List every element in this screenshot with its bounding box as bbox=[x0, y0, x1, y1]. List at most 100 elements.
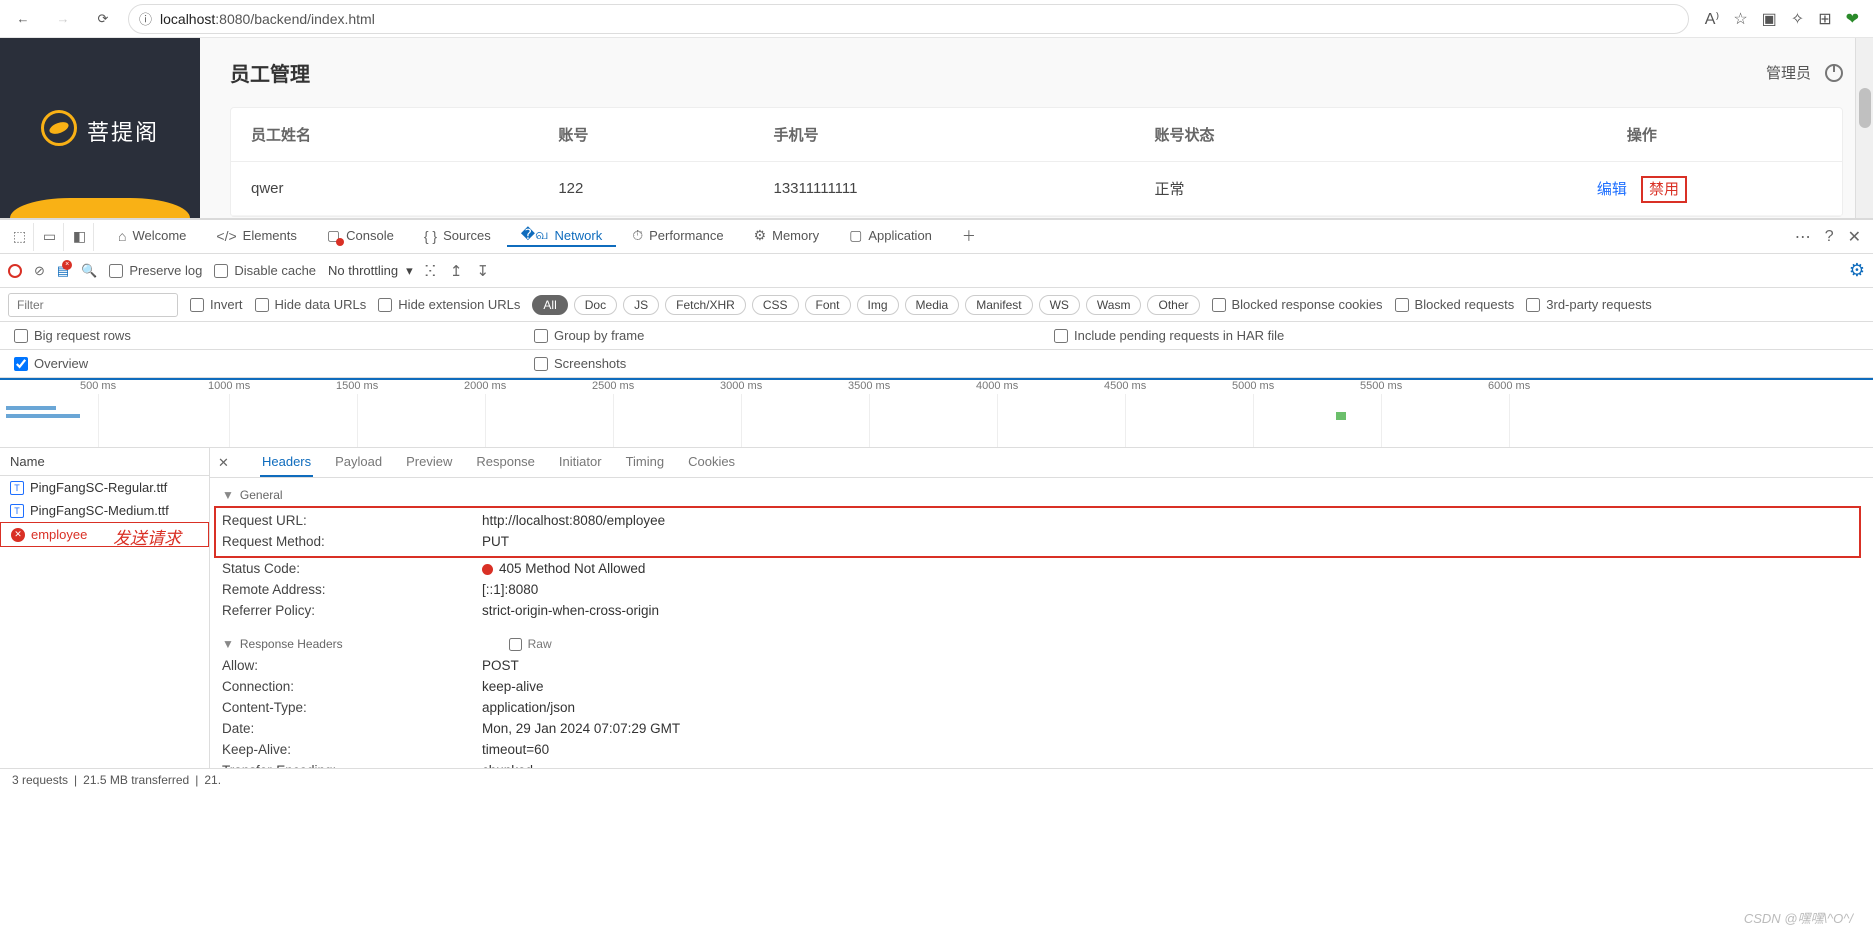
filter-toggle-icon[interactable]: ▤× bbox=[57, 263, 69, 279]
browser-toolbar: ← → ⟳ ⓘ localhost:8080/backend/index.htm… bbox=[0, 0, 1873, 38]
tab-network[interactable]: �வNetwork bbox=[507, 226, 616, 247]
tab-performance[interactable]: ⏱Performance bbox=[618, 227, 737, 246]
tab-sources[interactable]: { }Sources bbox=[410, 228, 505, 246]
invert-checkbox[interactable]: Invert bbox=[190, 297, 243, 312]
cell-name: qwer bbox=[231, 162, 538, 216]
network-settings-icon[interactable]: ⚙ bbox=[1849, 260, 1865, 281]
tab-application[interactable]: ▢Application bbox=[835, 227, 946, 246]
help-icon[interactable]: ? bbox=[1825, 228, 1834, 246]
col-account: 账号 bbox=[538, 108, 753, 162]
blocked-cookies-checkbox[interactable]: Blocked response cookies bbox=[1212, 297, 1383, 312]
screenshots-checkbox[interactable]: Screenshots bbox=[534, 356, 1054, 371]
export-har-icon[interactable]: ↧ bbox=[476, 262, 489, 280]
filter-css[interactable]: CSS bbox=[752, 295, 799, 315]
timeline-tick: 1500 ms bbox=[336, 380, 378, 392]
more-icon[interactable]: ⋯ bbox=[1795, 227, 1811, 247]
dock-icon[interactable]: ◧ bbox=[66, 223, 94, 251]
detail-tab-initiator[interactable]: Initiator bbox=[557, 448, 604, 477]
request-item-error[interactable]: ✕employee发送请求 bbox=[0, 522, 209, 547]
reload-button[interactable]: ⟳ bbox=[88, 4, 118, 34]
tab-memory[interactable]: ⚙Memory bbox=[740, 227, 834, 246]
address-bar[interactable]: ⓘ localhost:8080/backend/index.html bbox=[128, 4, 1689, 34]
preserve-log-checkbox[interactable]: Preserve log bbox=[109, 263, 202, 278]
filter-all[interactable]: All bbox=[532, 295, 567, 315]
cell-account: 122 bbox=[538, 162, 753, 216]
detail-tab-payload[interactable]: Payload bbox=[333, 448, 384, 477]
read-aloud-icon[interactable]: A⁾ bbox=[1705, 9, 1720, 29]
raw-checkbox[interactable]: Raw bbox=[509, 637, 552, 651]
filter-font[interactable]: Font bbox=[805, 295, 851, 315]
close-devtools-icon[interactable]: ✕ bbox=[1848, 227, 1861, 247]
tab-elements[interactable]: </>Elements bbox=[202, 228, 310, 246]
timeline-tick: 1000 ms bbox=[208, 380, 250, 392]
group-frame-checkbox[interactable]: Group by frame bbox=[534, 328, 1054, 343]
request-item[interactable]: TPingFangSC-Medium.ttf bbox=[0, 499, 209, 522]
tab-add[interactable]: ＋ bbox=[948, 226, 990, 248]
big-rows-checkbox[interactable]: Big request rows bbox=[14, 328, 534, 343]
overview-checkbox[interactable]: Overview bbox=[14, 356, 534, 371]
filter-wasm[interactable]: Wasm bbox=[1086, 295, 1142, 315]
filter-other[interactable]: Other bbox=[1147, 295, 1199, 315]
edit-button[interactable]: 编辑 bbox=[1597, 181, 1627, 198]
network-conditions-icon[interactable]: ⵘ bbox=[425, 262, 436, 280]
wellness-icon[interactable]: ❤ bbox=[1846, 9, 1859, 29]
timeline-tick: 5000 ms bbox=[1232, 380, 1274, 392]
filter-ws[interactable]: WS bbox=[1039, 295, 1080, 315]
filter-doc[interactable]: Doc bbox=[574, 295, 617, 315]
app-scrollbar[interactable] bbox=[1855, 38, 1873, 218]
disable-button[interactable]: 禁用 bbox=[1641, 176, 1687, 203]
filter-fetch[interactable]: Fetch/XHR bbox=[665, 295, 746, 315]
include-har-checkbox[interactable]: Include pending requests in HAR file bbox=[1054, 328, 1574, 343]
app-sidebar: 菩提阁 bbox=[0, 38, 200, 218]
detail-tab-headers[interactable]: Headers bbox=[260, 448, 313, 477]
network-timeline[interactable]: 500 ms1000 ms1500 ms2000 ms2500 ms3000 m… bbox=[0, 378, 1873, 448]
section-general[interactable]: ▼General bbox=[222, 484, 1861, 506]
blocked-requests-checkbox[interactable]: Blocked requests bbox=[1395, 297, 1515, 312]
third-party-checkbox[interactable]: 3rd-party requests bbox=[1526, 297, 1652, 312]
filter-js[interactable]: JS bbox=[623, 295, 659, 315]
logout-icon[interactable] bbox=[1825, 64, 1843, 82]
filter-input[interactable] bbox=[8, 293, 178, 317]
disable-cache-checkbox[interactable]: Disable cache bbox=[214, 263, 316, 278]
search-icon[interactable]: 🔍 bbox=[81, 263, 97, 279]
hide-ext-urls-checkbox[interactable]: Hide extension URLs bbox=[378, 297, 520, 312]
timeline-tick: 3500 ms bbox=[848, 380, 890, 392]
filter-media[interactable]: Media bbox=[905, 295, 960, 315]
request-list-header: Name bbox=[0, 448, 209, 476]
network-status-bar: 3 requests | 21.5 MB transferred | 21. bbox=[0, 768, 1873, 790]
throttling-select[interactable]: No throttling▾ bbox=[328, 263, 413, 279]
collections-icon[interactable]: ✧ bbox=[1791, 9, 1804, 29]
device-toggle-icon[interactable]: ▭ bbox=[36, 223, 64, 251]
hide-data-urls-checkbox[interactable]: Hide data URLs bbox=[255, 297, 367, 312]
record-button[interactable] bbox=[8, 264, 22, 278]
detail-tab-timing[interactable]: Timing bbox=[624, 448, 667, 477]
detail-tab-response[interactable]: Response bbox=[474, 448, 537, 477]
import-har-icon[interactable]: ↥ bbox=[450, 262, 463, 280]
split-screen-icon[interactable]: ▣ bbox=[1762, 9, 1777, 29]
page-title: 员工管理 bbox=[230, 58, 310, 87]
cell-status: 正常 bbox=[1135, 162, 1442, 216]
close-detail-icon[interactable]: ✕ bbox=[218, 455, 240, 471]
extensions-icon[interactable]: ⊞ bbox=[1818, 9, 1831, 29]
request-item[interactable]: TPingFangSC-Regular.ttf bbox=[0, 476, 209, 499]
watermark-text: CSDN @嘿嘿\^O^/ bbox=[1744, 908, 1853, 927]
back-button[interactable]: ← bbox=[8, 4, 38, 34]
tab-welcome[interactable]: ⌂Welcome bbox=[104, 228, 200, 246]
site-info-icon[interactable]: ⓘ bbox=[139, 9, 152, 28]
detail-tab-preview[interactable]: Preview bbox=[404, 448, 454, 477]
col-ops: 操作 bbox=[1442, 108, 1842, 162]
clear-icon[interactable]: ⊘ bbox=[34, 263, 45, 279]
favorite-icon[interactable]: ☆ bbox=[1733, 9, 1747, 29]
filter-img[interactable]: Img bbox=[857, 295, 899, 315]
filter-manifest[interactable]: Manifest bbox=[965, 295, 1032, 315]
sidebar-decor bbox=[10, 198, 190, 218]
timeline-tick: 2000 ms bbox=[464, 380, 506, 392]
inspect-icon[interactable]: ⬚ bbox=[6, 223, 34, 251]
url-text: localhost:8080/backend/index.html bbox=[160, 11, 375, 27]
section-response-headers[interactable]: ▼Response Headers Raw bbox=[222, 633, 1861, 655]
app-area: 菩提阁 员工管理 管理员 员工姓名 账号 手机号 账号状态 操作 bbox=[0, 38, 1873, 218]
detail-tab-cookies[interactable]: Cookies bbox=[686, 448, 737, 477]
tab-console[interactable]: ▢Console bbox=[313, 227, 408, 246]
status-dot-icon bbox=[482, 564, 493, 575]
timeline-tick: 3000 ms bbox=[720, 380, 762, 392]
